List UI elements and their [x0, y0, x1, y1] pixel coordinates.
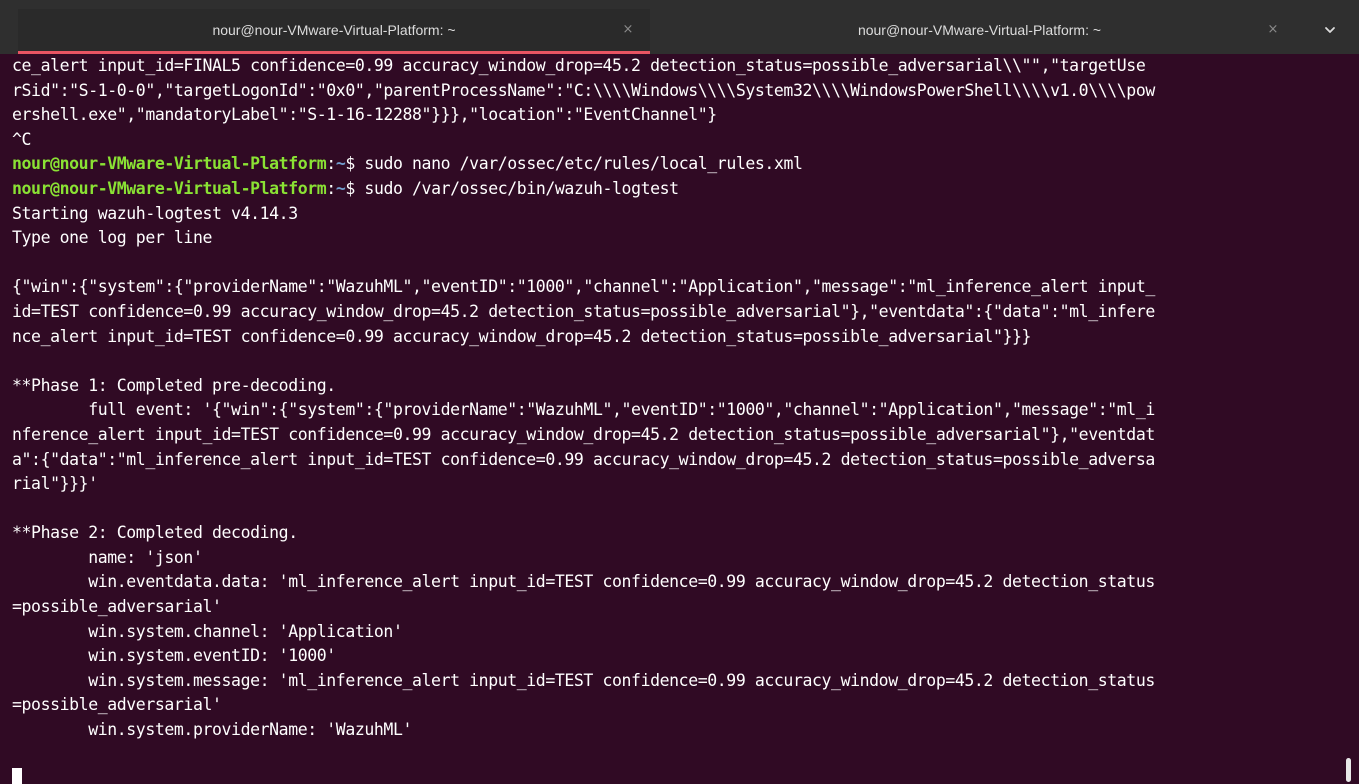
output-line: rSid":"S-1-0-0","targetLogonId":"0x0","p… [12, 80, 1155, 100]
output-line: =possible_adversarial' [12, 597, 222, 617]
tab-terminal-2[interactable]: nour@nour-VMware-Virtual-Platform: ~ × [650, 9, 1309, 54]
text-cursor [12, 768, 22, 784]
output-line: Type one log per line [12, 228, 213, 248]
close-icon[interactable]: × [618, 19, 638, 39]
tab-title: nour@nour-VMware-Virtual-Platform: ~ [212, 21, 456, 38]
prompt-user-host: nour@nour-VMware-Virtual-Platform [12, 154, 327, 174]
output-line: =possible_adversarial' [12, 695, 222, 715]
output-line: {"win":{"system":{"providerName":"WazuhM… [12, 277, 1155, 297]
prompt-symbol: $ [345, 178, 355, 198]
output-line: a":{"data":"ml_inference_alert input_id=… [12, 449, 1155, 469]
command-line: nour@nour-VMware-Virtual-Platform:~$ sud… [12, 177, 1343, 202]
prompt-user-host: nour@nour-VMware-Virtual-Platform [12, 178, 327, 198]
output-line: rial"}}}' [12, 474, 98, 494]
close-icon[interactable]: × [1263, 19, 1283, 39]
command-text: sudo /var/ossec/bin/wazuh-logtest [354, 178, 679, 198]
output-line: nce_alert input_id=TEST confidence=0.99 … [12, 326, 1032, 346]
output-line: Starting wazuh-logtest v4.14.3 [12, 203, 298, 223]
output-line: nference_alert input_id=TEST confidence=… [12, 424, 1155, 444]
output-line: name: 'json' [12, 547, 203, 567]
output-line: full event: '{"win":{"system":{"provider… [12, 400, 1155, 420]
output-line: ce_alert input_id=FINAL5 confidence=0.99… [12, 56, 1146, 75]
terminal-window: nour@nour-VMware-Virtual-Platform: ~ × n… [0, 0, 1359, 784]
chevron-down-icon[interactable] [1319, 19, 1341, 41]
output-line: win.system.eventID: '1000' [12, 646, 336, 666]
prompt-path: ~ [335, 178, 346, 198]
output-line: **Phase 1: Completed pre-decoding. [12, 375, 336, 395]
prompt-separator: : [326, 178, 336, 198]
command-text: sudo nano /var/ossec/etc/rules/local_rul… [354, 154, 803, 174]
tab-bar: nour@nour-VMware-Virtual-Platform: ~ × n… [0, 0, 1359, 54]
output-line: **Phase 2: Completed decoding. [12, 523, 298, 543]
output-line: win.system.message: 'ml_inference_alert … [12, 670, 1155, 690]
prompt-separator: : [326, 154, 336, 174]
output-line: id=TEST confidence=0.99 accuracy_window_… [12, 301, 1155, 321]
output-line: ^C [12, 129, 32, 149]
tab-terminal-1[interactable]: nour@nour-VMware-Virtual-Platform: ~ × [18, 9, 650, 54]
prompt-symbol: $ [345, 154, 355, 174]
output-line: win.system.channel: 'Application' [12, 621, 403, 641]
prompt-path: ~ [335, 154, 346, 174]
output-line: ershell.exe","mandatoryLabel":"S-1-16-12… [12, 105, 717, 125]
command-line: nour@nour-VMware-Virtual-Platform:~$ sud… [12, 152, 1343, 177]
cursor-line [12, 767, 1343, 784]
scrollbar-thumb[interactable] [1346, 758, 1351, 782]
tab-title: nour@nour-VMware-Virtual-Platform: ~ [857, 21, 1102, 38]
terminal-output[interactable]: ce_alert input_id=FINAL5 confidence=0.99… [0, 54, 1343, 784]
output-line: win.eventdata.data: 'ml_inference_alert … [12, 572, 1155, 592]
output-line: win.system.providerName: 'WazuhML' [12, 720, 413, 740]
chevron-down-icon-shape [1325, 27, 1335, 33]
